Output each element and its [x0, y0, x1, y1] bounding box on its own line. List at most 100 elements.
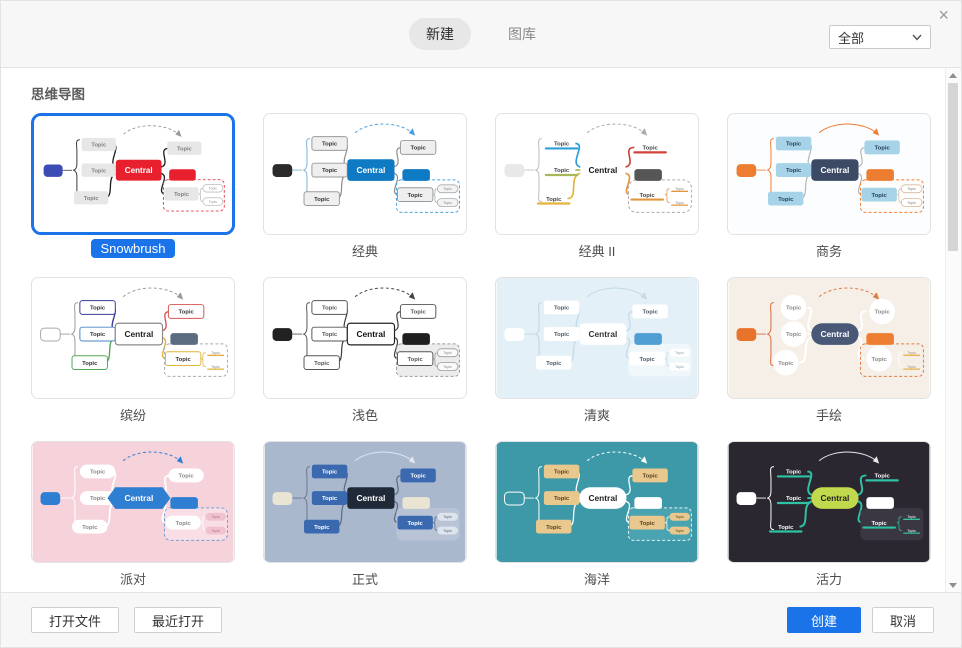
create-button[interactable]: 创建 [787, 607, 861, 633]
template-card-fresh[interactable]: TopicTopicTopicTopicTopicTopicTopicCentr… [495, 277, 699, 426]
svg-text:Topic: Topic [408, 357, 424, 363]
svg-text:Topic: Topic [314, 361, 330, 367]
template-card-hand-drawn[interactable]: TopicTopicTopicTopicTopicTopicTopicCentr… [727, 277, 931, 426]
svg-text:Topic: Topic [211, 529, 220, 533]
template-card-vitality[interactable]: TopicTopicTopicTopicTopicTopicTopicCentr… [727, 441, 931, 590]
svg-text:Central: Central [356, 329, 385, 339]
template-label-wrap: 活力 [727, 569, 931, 590]
template-thumbnail-vitality[interactable]: TopicTopicTopicTopicTopicTopicTopicCentr… [727, 441, 931, 563]
scroll-down-arrow-icon[interactable] [949, 583, 957, 588]
svg-text:Topic: Topic [177, 146, 192, 152]
svg-text:Topic: Topic [786, 168, 802, 174]
svg-text:Topic: Topic [322, 470, 338, 476]
template-label: 正式 [352, 572, 378, 587]
close-icon[interactable]: × [938, 6, 949, 24]
svg-text:Topic: Topic [907, 515, 916, 519]
svg-text:Topic: Topic [176, 521, 192, 527]
template-thumbnail-fresh[interactable]: TopicTopicTopicTopicTopicTopicTopicCentr… [495, 277, 699, 399]
template-thumbnail-colorful[interactable]: TopicTopicTopicTopicTopicTopicTopicCentr… [31, 277, 235, 399]
template-label: 浅色 [352, 408, 378, 423]
template-thumbnail-classic-2[interactable]: TopicTopicTopicTopicTopicTopicTopicCentr… [495, 113, 699, 235]
template-thumbnail-classic[interactable]: TopicTopicTopicTopicTopicTopicTopicCentr… [263, 113, 467, 235]
svg-text:Central: Central [820, 329, 849, 339]
svg-text:Topic: Topic [546, 525, 562, 531]
scrollbar-thumb[interactable] [948, 83, 958, 251]
svg-text:Topic: Topic [443, 515, 452, 519]
svg-text:Topic: Topic [408, 521, 424, 527]
svg-text:Topic: Topic [410, 146, 426, 152]
svg-text:Topic: Topic [90, 470, 106, 476]
svg-text:Topic: Topic [546, 197, 562, 203]
tab-new[interactable]: 新建 [409, 18, 471, 50]
svg-text:Topic: Topic [314, 525, 330, 531]
template-thumbnail-party[interactable]: TopicTopicTopicTopicTopicTopicTopicCentr… [31, 441, 235, 563]
svg-text:Central: Central [820, 493, 849, 503]
template-label-wrap: 派对 [31, 569, 235, 590]
template-label-wrap: 缤纷 [31, 405, 235, 426]
template-card-party[interactable]: TopicTopicTopicTopicTopicTopicTopicCentr… [31, 441, 235, 590]
svg-text:Topic: Topic [786, 496, 802, 502]
tab-gallery[interactable]: 图库 [491, 18, 553, 50]
template-card-classic-2[interactable]: TopicTopicTopicTopicTopicTopicTopicCentr… [495, 113, 699, 262]
svg-text:Topic: Topic [322, 168, 338, 174]
svg-text:Topic: Topic [82, 525, 98, 531]
svg-text:Central: Central [588, 165, 617, 175]
scroll-up-arrow-icon[interactable] [949, 73, 957, 78]
svg-text:Topic: Topic [443, 351, 452, 355]
cancel-button[interactable]: 取消 [872, 607, 934, 633]
svg-text:Topic: Topic [786, 142, 802, 148]
scrollbar[interactable] [945, 68, 961, 593]
template-label: 清爽 [584, 408, 610, 423]
svg-text:Topic: Topic [90, 332, 106, 338]
svg-text:Topic: Topic [84, 196, 99, 202]
template-card-snowbrush[interactable]: TopicTopicTopicTopicTopicTopicTopicCentr… [31, 113, 235, 262]
svg-text:Topic: Topic [443, 201, 452, 205]
template-label: 缤纷 [120, 408, 146, 423]
recent-files-button[interactable]: 最近打开 [134, 607, 222, 633]
template-thumbnail-ocean[interactable]: TopicTopicTopicTopicTopicTopicTopicCentr… [495, 441, 699, 563]
svg-text:Topic: Topic [178, 310, 194, 316]
filter-dropdown[interactable]: 全部 [829, 25, 931, 49]
svg-text:Topic: Topic [642, 474, 658, 480]
template-card-light[interactable]: TopicTopicTopicTopicTopicTopicTopicCentr… [263, 277, 467, 426]
template-label-wrap: 手绘 [727, 405, 931, 426]
template-thumbnail-snowbrush[interactable]: TopicTopicTopicTopicTopicTopicTopicCentr… [31, 113, 235, 235]
svg-text:Topic: Topic [443, 365, 452, 369]
svg-text:Topic: Topic [546, 361, 562, 367]
svg-text:Topic: Topic [410, 310, 426, 316]
svg-text:Topic: Topic [778, 197, 794, 203]
template-label: 经典 [352, 244, 378, 259]
template-thumbnail-formal[interactable]: TopicTopicTopicTopicTopicTopicTopicCentr… [263, 441, 467, 563]
template-thumbnail-hand-drawn[interactable]: TopicTopicTopicTopicTopicTopicTopicCentr… [727, 277, 931, 399]
template-thumbnail-light[interactable]: TopicTopicTopicTopicTopicTopicTopicCentr… [263, 277, 467, 399]
svg-text:Topic: Topic [554, 496, 570, 502]
svg-text:Topic: Topic [554, 332, 570, 338]
section-title-mindmap: 思维导图 [31, 83, 961, 103]
svg-text:Topic: Topic [554, 168, 570, 174]
svg-text:Topic: Topic [907, 351, 916, 355]
svg-text:Topic: Topic [907, 187, 916, 191]
svg-text:Central: Central [588, 493, 617, 503]
svg-text:Topic: Topic [675, 201, 684, 205]
new-file-dialog: 新建 图库 × 全部 思维导图 Topic Topic Topic Topic Topi… [0, 0, 962, 648]
svg-text:Central: Central [124, 329, 153, 339]
svg-text:Central: Central [125, 166, 153, 175]
svg-text:Topic: Topic [176, 357, 192, 363]
open-file-button[interactable]: 打开文件 [31, 607, 119, 633]
svg-text:Topic: Topic [907, 529, 916, 533]
svg-text:Topic: Topic [82, 361, 98, 367]
svg-text:Topic: Topic [408, 193, 424, 199]
template-thumbnail-business[interactable]: TopicTopicTopicTopicTopicTopicTopicCentr… [727, 113, 931, 235]
svg-text:Topic: Topic [642, 310, 658, 316]
template-card-ocean[interactable]: TopicTopicTopicTopicTopicTopicTopicCentr… [495, 441, 699, 590]
template-card-business[interactable]: TopicTopicTopicTopicTopicTopicTopicCentr… [727, 113, 931, 262]
template-card-formal[interactable]: TopicTopicTopicTopicTopicTopicTopicCentr… [263, 441, 467, 590]
template-card-colorful[interactable]: TopicTopicTopicTopicTopicTopicTopicCentr… [31, 277, 235, 426]
svg-text:Topic: Topic [90, 306, 106, 312]
svg-text:Topic: Topic [211, 515, 220, 519]
svg-text:Topic: Topic [90, 496, 106, 502]
svg-text:Topic: Topic [907, 365, 916, 369]
template-browser: 思维导图 Topic Topic Topic Topic Topic Topic Topic… [1, 68, 961, 593]
template-label: 经典 II [579, 244, 616, 259]
template-card-classic[interactable]: TopicTopicTopicTopicTopicTopicTopicCentr… [263, 113, 467, 262]
